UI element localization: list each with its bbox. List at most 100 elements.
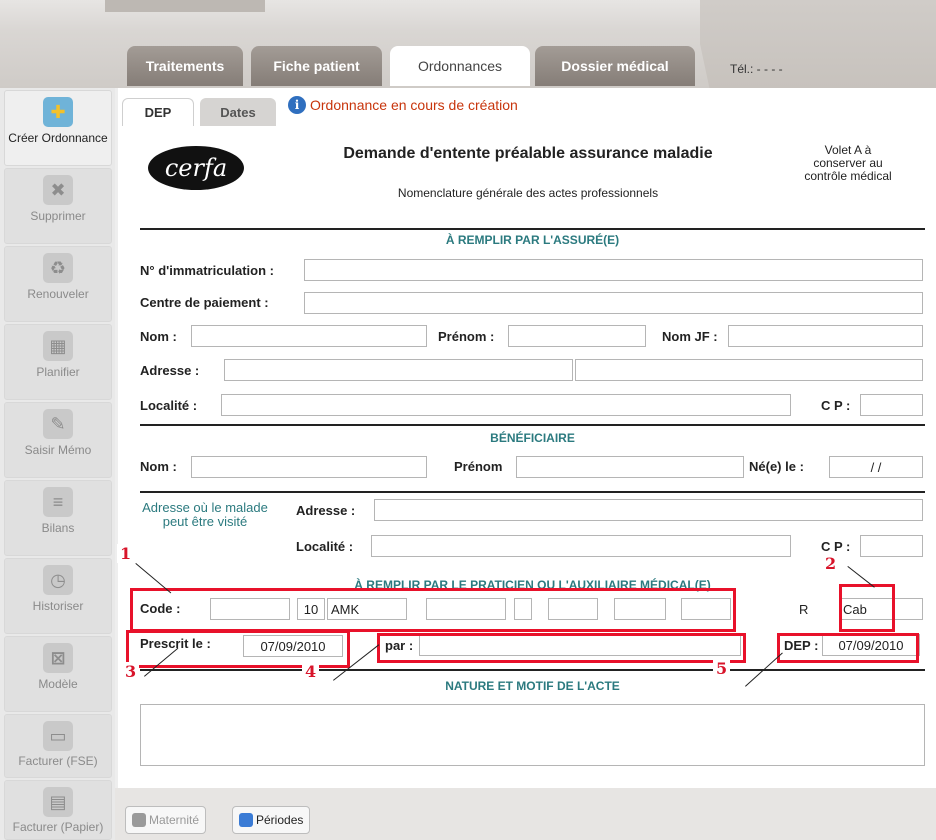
- sidebar-item-label: Facturer (Papier): [12, 820, 104, 834]
- immatriculation-input[interactable]: [304, 259, 923, 281]
- sidebar-item-renouveler[interactable]: ♻ Renouveler: [4, 246, 112, 322]
- divider: [140, 491, 925, 493]
- calendar-icon: ▦: [43, 331, 73, 361]
- prescription-panel: DEP Dates i Ordonnance en cours de créat…: [118, 88, 936, 788]
- template-icon: ⊠: [43, 643, 73, 673]
- centre-input[interactable]: [304, 292, 923, 314]
- cerfa-logo: cerfa: [148, 146, 244, 190]
- visit-localite-label: Localité :: [296, 539, 354, 554]
- top-bar: Traitements Fiche patient Ordonnances Do…: [0, 0, 936, 88]
- tab-traitements[interactable]: Traitements: [127, 46, 243, 86]
- cp-label: C P :: [821, 398, 851, 413]
- sidebar-item-label: Historiser: [32, 599, 84, 613]
- form-subtitle: Nomenclature générale des actes professi…: [397, 186, 659, 200]
- tab-fiche-patient[interactable]: Fiche patient: [251, 46, 382, 86]
- divider: [140, 669, 925, 671]
- birthdate-label: Né(e) le :: [749, 459, 804, 474]
- annotation-number-3: 3: [122, 662, 140, 681]
- sidebar-item-supprimer[interactable]: ✖ Supprimer: [4, 168, 112, 244]
- section-nature: NATURE ET MOTIF DE L'ACTE: [445, 679, 620, 693]
- prenom-label: Prénom :: [438, 329, 495, 344]
- history-icon: ◷: [43, 565, 73, 595]
- birthdate-input[interactable]: / /: [829, 456, 923, 478]
- section-beneficiaire: BÉNÉFICIAIRE: [490, 431, 575, 445]
- sidebar-item-modele[interactable]: ⊠ Modèle: [4, 636, 112, 712]
- tab-ordonnances[interactable]: Ordonnances: [390, 46, 530, 86]
- sidebar-item-label: Supprimer: [30, 209, 86, 223]
- sidebar-item-label: Modèle: [38, 677, 78, 691]
- nomjf-input[interactable]: [728, 325, 923, 347]
- status-text: Ordonnance en cours de création: [310, 97, 518, 113]
- annotation-box-code: [130, 588, 736, 632]
- annotation-box-dep: [777, 633, 919, 663]
- periodes-button[interactable]: Périodes: [232, 806, 311, 834]
- annotation-number-4: 4: [302, 662, 320, 681]
- centre-label: Centre de paiement :: [140, 295, 269, 310]
- sidebar: ✚ Créer Ordonnance ✖ Supprimer ♻ Renouve…: [0, 88, 115, 840]
- sidebar-item-bilans[interactable]: ≡ Bilans: [4, 480, 112, 556]
- nom-label: Nom :: [140, 329, 177, 344]
- section-assure: À REMPLIR PAR L'ASSURÉ(E): [445, 233, 620, 247]
- subtab-dep[interactable]: DEP: [122, 98, 194, 126]
- annotation-number-1: 1: [117, 544, 135, 563]
- annotation-number-5: 5: [713, 659, 731, 678]
- delete-icon: ✖: [43, 175, 73, 205]
- maternite-button[interactable]: Maternité: [125, 806, 207, 834]
- subtab-dates[interactable]: Dates: [200, 98, 276, 126]
- report-icon: ≡: [43, 487, 73, 517]
- benef-nom-label: Nom :: [140, 459, 177, 474]
- volet-note: Volet A à conserver au contrôle médical: [804, 143, 892, 183]
- visit-localite-input[interactable]: [371, 535, 791, 557]
- divider: [140, 228, 925, 230]
- prenom-input[interactable]: [508, 325, 646, 347]
- annotation-box-par: [377, 633, 746, 663]
- sidebar-item-creer-ordonnance[interactable]: ✚ Créer Ordonnance: [4, 90, 112, 166]
- divider: [140, 424, 925, 426]
- paper-invoice-icon: ▤: [43, 787, 73, 817]
- tab-dossier-medical[interactable]: Dossier médical: [535, 46, 695, 86]
- visit-cp-input[interactable]: [860, 535, 923, 557]
- visit-adresse-input[interactable]: [374, 499, 923, 521]
- sidebar-item-historiser[interactable]: ◷ Historiser: [4, 558, 112, 634]
- nomjf-label: Nom JF :: [662, 329, 718, 344]
- sidebar-item-label: Facturer (FSE): [18, 754, 98, 768]
- visit-cp-label: C P :: [821, 539, 851, 554]
- sidebar-item-label: Créer Ordonnance: [8, 131, 108, 145]
- code-r-label: R: [799, 602, 809, 617]
- annotation-box-cab: [839, 584, 895, 632]
- form-title: Demande d'entente préalable assurance ma…: [343, 145, 713, 162]
- nom-input[interactable]: [191, 325, 427, 347]
- status-message: i Ordonnance en cours de création: [288, 96, 518, 114]
- localite-label: Localité :: [140, 398, 198, 413]
- localite-input[interactable]: [221, 394, 791, 416]
- sidebar-item-saisir-memo[interactable]: ✎ Saisir Mémo: [4, 402, 112, 478]
- sidebar-item-facturer-papier[interactable]: ▤ Facturer (Papier): [4, 780, 112, 840]
- nature-textarea[interactable]: [140, 704, 925, 766]
- benef-nom-input[interactable]: [191, 456, 427, 478]
- maternity-icon: [132, 813, 146, 827]
- memo-icon: ✎: [43, 409, 73, 439]
- sidebar-item-label: Planifier: [36, 365, 80, 379]
- sidebar-item-facturer-fse[interactable]: ▭ Facturer (FSE): [4, 714, 112, 778]
- cp-input[interactable]: [860, 394, 923, 416]
- info-icon: i: [288, 96, 306, 114]
- sidebar-item-planifier[interactable]: ▦ Planifier: [4, 324, 112, 400]
- card-reader-icon: ▭: [43, 721, 73, 751]
- telephone-label: Tél.: - - - -: [730, 62, 783, 76]
- adresse-input-1[interactable]: [224, 359, 573, 381]
- visit-address-label: Adresse où le malade peut être visité: [142, 500, 268, 529]
- benef-prenom-input[interactable]: [516, 456, 744, 478]
- renew-icon: ♻: [43, 253, 73, 283]
- benef-prenom-label: Prénom: [454, 459, 503, 474]
- visit-adresse-label: Adresse :: [296, 503, 356, 518]
- create-prescription-icon: ✚: [43, 97, 73, 127]
- adresse-label: Adresse :: [140, 363, 200, 378]
- sidebar-item-label: Bilans: [41, 521, 75, 535]
- sidebar-item-label: Saisir Mémo: [24, 443, 92, 457]
- periods-calendar-icon: [239, 813, 253, 827]
- adresse-input-2[interactable]: [575, 359, 923, 381]
- annotation-number-2: 2: [822, 554, 840, 573]
- maternite-label: Maternité: [149, 813, 200, 827]
- top-stripe: [105, 0, 265, 12]
- immatriculation-label: N° d'immatriculation :: [140, 263, 274, 278]
